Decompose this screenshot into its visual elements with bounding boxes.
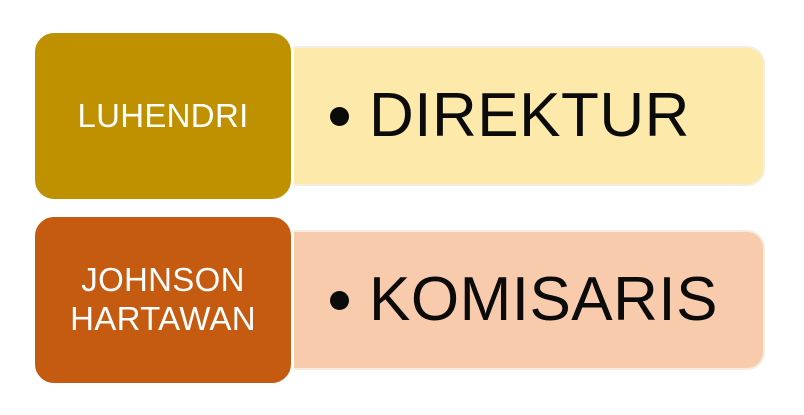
position-text: KOMISARIS (369, 265, 719, 334)
position-text: DIREKTUR (369, 81, 690, 150)
position-box: DIREKTUR (268, 46, 765, 186)
name-text-line-1: JOHNSON (81, 261, 245, 299)
position-list: KOMISARIS (270, 269, 718, 331)
name-text: LUHENDRI (77, 96, 249, 134)
bullet-icon (330, 106, 349, 126)
position-item: DIREKTUR (330, 85, 690, 147)
name-box: JOHNSON HARTAWAN (32, 214, 294, 386)
position-item: KOMISARIS (330, 269, 718, 331)
org-row-luhendri: DIREKTUR LUHENDRI (0, 28, 804, 204)
org-row-johnson-hartawan: KOMISARIS JOHNSON HARTAWAN (0, 212, 804, 388)
position-box: KOMISARIS (268, 230, 765, 370)
name-text-line-2: HARTAWAN (70, 300, 256, 337)
bullet-icon (330, 290, 349, 310)
position-list: DIREKTUR (270, 85, 690, 147)
name-box: LUHENDRI (32, 30, 294, 202)
